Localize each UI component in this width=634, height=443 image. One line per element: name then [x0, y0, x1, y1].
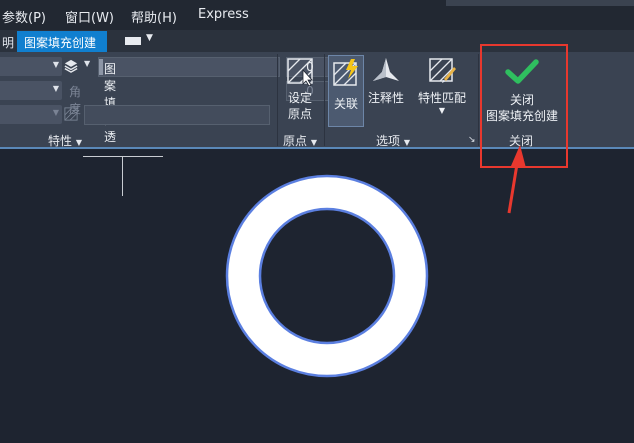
panel-separator [478, 54, 479, 146]
dialog-launcher-icon[interactable]: ↘ [468, 135, 476, 145]
highlight-box [480, 44, 568, 168]
scale-field[interactable] [84, 105, 270, 125]
hatch-type-dropdown[interactable]: ▼ [0, 57, 62, 76]
match-properties-icon [429, 58, 456, 83]
drawing-canvas[interactable] [0, 149, 634, 443]
background-color-dropdown[interactable]: ▼ [0, 105, 62, 124]
tab-hatch-creation[interactable]: 图案填充创建 [17, 31, 107, 52]
origin-panel-title-text: 原点 [283, 134, 308, 148]
annotative-button[interactable]: 注释性 [366, 56, 406, 106]
hatch-scale-icon [64, 107, 78, 121]
chevron-down-icon: ▼ [438, 106, 446, 115]
slider-handle[interactable] [99, 59, 103, 75]
menu-window[interactable]: 窗口(W) [65, 7, 114, 26]
panel-separator [277, 54, 278, 146]
set-origin-icon [287, 58, 313, 87]
chevron-down-icon: ▼ [52, 108, 59, 117]
menu-express[interactable]: Express [198, 7, 249, 22]
search-box[interactable] [446, 0, 634, 6]
associative-button[interactable]: 关联 [328, 55, 364, 127]
workspace-toggle-button[interactable]: ▼ [119, 33, 157, 49]
associative-label: 关联 [333, 97, 358, 111]
panel-separator [324, 54, 325, 146]
tab-partial[interactable]: 明 [2, 34, 14, 51]
chevron-down-icon: ▼ [403, 138, 410, 147]
set-origin-label-2: 原点 [287, 107, 312, 121]
drawing-svg [225, 174, 429, 378]
chevron-down-icon[interactable]: ▼ [84, 59, 90, 68]
hatch-color-dropdown[interactable]: ▼ [0, 81, 62, 100]
transparency-field[interactable] [98, 57, 280, 77]
chevron-down-icon: ▼ [146, 33, 153, 43]
set-origin-button[interactable]: 设定 原点 [280, 56, 320, 122]
chevron-down-icon: ▼ [52, 60, 59, 69]
chevron-down-icon: ▼ [75, 138, 82, 147]
menu-parameters[interactable]: 参数(P) [2, 7, 46, 26]
options-panel-title-text: 选项 [376, 134, 401, 148]
properties-panel-title-text: 特性 [48, 134, 73, 148]
layers-icon[interactable] [64, 59, 78, 73]
chevron-down-icon: ▼ [310, 138, 317, 147]
match-properties-label: 特性匹配 [417, 91, 466, 105]
menu-bar: 参数(P) 窗口(W) 帮助(H) Express [0, 0, 634, 30]
match-properties-button[interactable]: 特性匹配 ▼ [414, 56, 470, 116]
annotative-icon [373, 58, 399, 81]
panel-toggle-icon [125, 37, 141, 45]
associative-icon [333, 59, 358, 86]
ring-inner-boundary[interactable] [258, 207, 396, 345]
set-origin-label-1: 设定 [287, 91, 312, 105]
menu-help[interactable]: 帮助(H) [131, 7, 177, 26]
annotative-label: 注释性 [367, 91, 404, 105]
chevron-down-icon: ▼ [52, 84, 59, 93]
